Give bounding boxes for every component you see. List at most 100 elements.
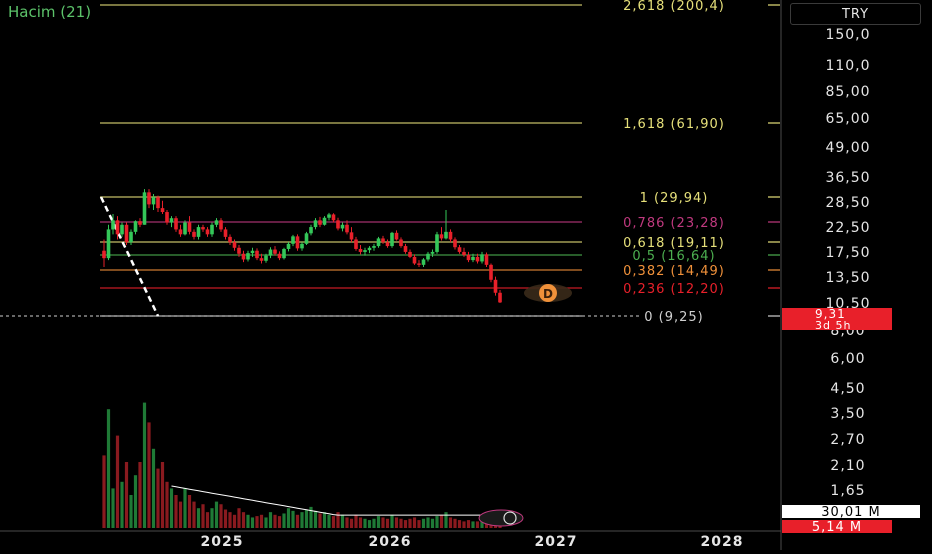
y-tick-label: 13,50 — [825, 270, 870, 286]
candle-body — [142, 192, 147, 225]
candle-body — [264, 255, 268, 261]
candle-body — [183, 222, 187, 235]
y-tick-label: 2,10 — [830, 458, 865, 474]
y-tick-label: 65,00 — [825, 111, 870, 127]
candle-countdown: 3d 5h — [815, 319, 851, 332]
volume-bar — [462, 521, 466, 528]
volume-bar — [210, 508, 214, 528]
volume-bar — [363, 518, 367, 528]
volume-bar — [345, 517, 349, 528]
volume-bar — [196, 508, 201, 528]
candle-body — [480, 254, 484, 262]
volume-bar — [187, 495, 192, 528]
candle-body — [102, 250, 106, 259]
volume-bar — [421, 518, 426, 528]
volume-bar — [394, 517, 399, 528]
candle-body — [489, 264, 493, 280]
candle-body — [381, 238, 385, 243]
y-tick-label: 150,0 — [825, 27, 870, 43]
candle-body — [250, 250, 255, 254]
volume-bar — [160, 462, 165, 528]
volume-bar — [313, 510, 318, 528]
candle-body — [313, 220, 318, 228]
volume-bar — [219, 504, 223, 528]
volume-bar — [439, 514, 444, 528]
candle-body — [363, 250, 367, 252]
x-tick-label: 2027 — [535, 534, 578, 550]
candle-body — [421, 259, 426, 265]
fib-level-label: 0 (9,25) — [644, 310, 704, 325]
candle-body — [408, 251, 412, 257]
candle-body — [165, 212, 169, 223]
volume-bar — [147, 422, 151, 528]
candle-body — [430, 251, 435, 254]
candle-body — [147, 192, 151, 205]
volume-bar — [174, 495, 178, 528]
y-tick-label: 110,0 — [825, 58, 870, 74]
fib-level-label: 0,5 (16,64) — [632, 249, 715, 264]
volume-bar — [237, 508, 241, 528]
candle-body — [232, 242, 237, 248]
candle-body — [291, 236, 295, 244]
candle-body — [160, 208, 165, 213]
volume-bar — [102, 455, 106, 528]
volume-bar — [246, 514, 250, 528]
volume-bar — [372, 518, 376, 528]
volume-total-label: 30,01 M — [821, 505, 881, 520]
volume-red-label: 5,14 M — [812, 520, 862, 535]
volume-bar — [165, 481, 169, 528]
volume-bar — [367, 520, 372, 528]
volume-bar — [300, 512, 304, 528]
volume-bar — [106, 409, 111, 528]
candle-body — [124, 224, 129, 243]
candle-body — [133, 221, 138, 232]
volume-bar — [286, 508, 291, 528]
candle-body — [115, 220, 120, 235]
volume-bar — [358, 517, 363, 528]
candle-body — [327, 214, 331, 218]
chart-stage[interactable]: 2,618 (200,4) 1,618 (61,90) 1 (29,94) 0,786… — [0, 0, 932, 550]
y-tick-label: 1,65 — [830, 483, 865, 499]
volume-bar — [264, 517, 268, 528]
volume-bar — [412, 517, 417, 528]
candle-body — [151, 197, 156, 205]
volume-bar — [376, 516, 381, 528]
candle-body — [259, 258, 264, 261]
volume-bar — [403, 520, 408, 528]
candle-body — [273, 249, 277, 254]
x-tick-label: 2028 — [701, 534, 744, 550]
fibonacci-levels: 2,618 (200,4) 1,618 (61,90) 1 (29,94) 0,786… — [0, 0, 780, 325]
candle-body — [403, 246, 408, 252]
volume-bar — [142, 402, 147, 528]
volume-bar — [214, 501, 219, 528]
volume-bar — [133, 475, 138, 528]
volume-bar — [304, 509, 309, 528]
volume-bar — [151, 448, 156, 528]
volume-bar — [223, 509, 228, 528]
candle-body — [295, 236, 300, 249]
candle-body — [223, 229, 228, 237]
volume-bar — [331, 516, 336, 528]
volume-bar — [318, 513, 322, 528]
volume-bar — [120, 481, 124, 528]
y-tick-label: 4,50 — [830, 381, 865, 397]
volume-bar — [354, 514, 358, 528]
candle-body — [354, 239, 358, 249]
volume-indicator-label[interactable]: Hacim (21) — [8, 3, 91, 21]
y-tick-label: 28,50 — [825, 195, 870, 211]
candle-body — [241, 253, 246, 260]
candle-body — [475, 256, 480, 262]
volume-bar — [282, 513, 286, 528]
fib-level-label: 1 (29,94) — [640, 191, 709, 206]
currency-selector[interactable]: TRY — [790, 3, 921, 25]
volume-bar — [444, 512, 448, 528]
candle-body — [214, 220, 219, 225]
x-tick-label: 2025 — [201, 534, 244, 550]
candle-body — [444, 231, 448, 239]
candle-body — [138, 221, 142, 225]
volume-bar — [390, 514, 394, 528]
candle-body — [268, 249, 273, 256]
candlesticks — [102, 189, 502, 304]
candle-body — [399, 239, 403, 247]
price-chart[interactable]: 2,618 (200,4) 1,618 (61,90) 1 (29,94) 0,786… — [0, 0, 932, 550]
